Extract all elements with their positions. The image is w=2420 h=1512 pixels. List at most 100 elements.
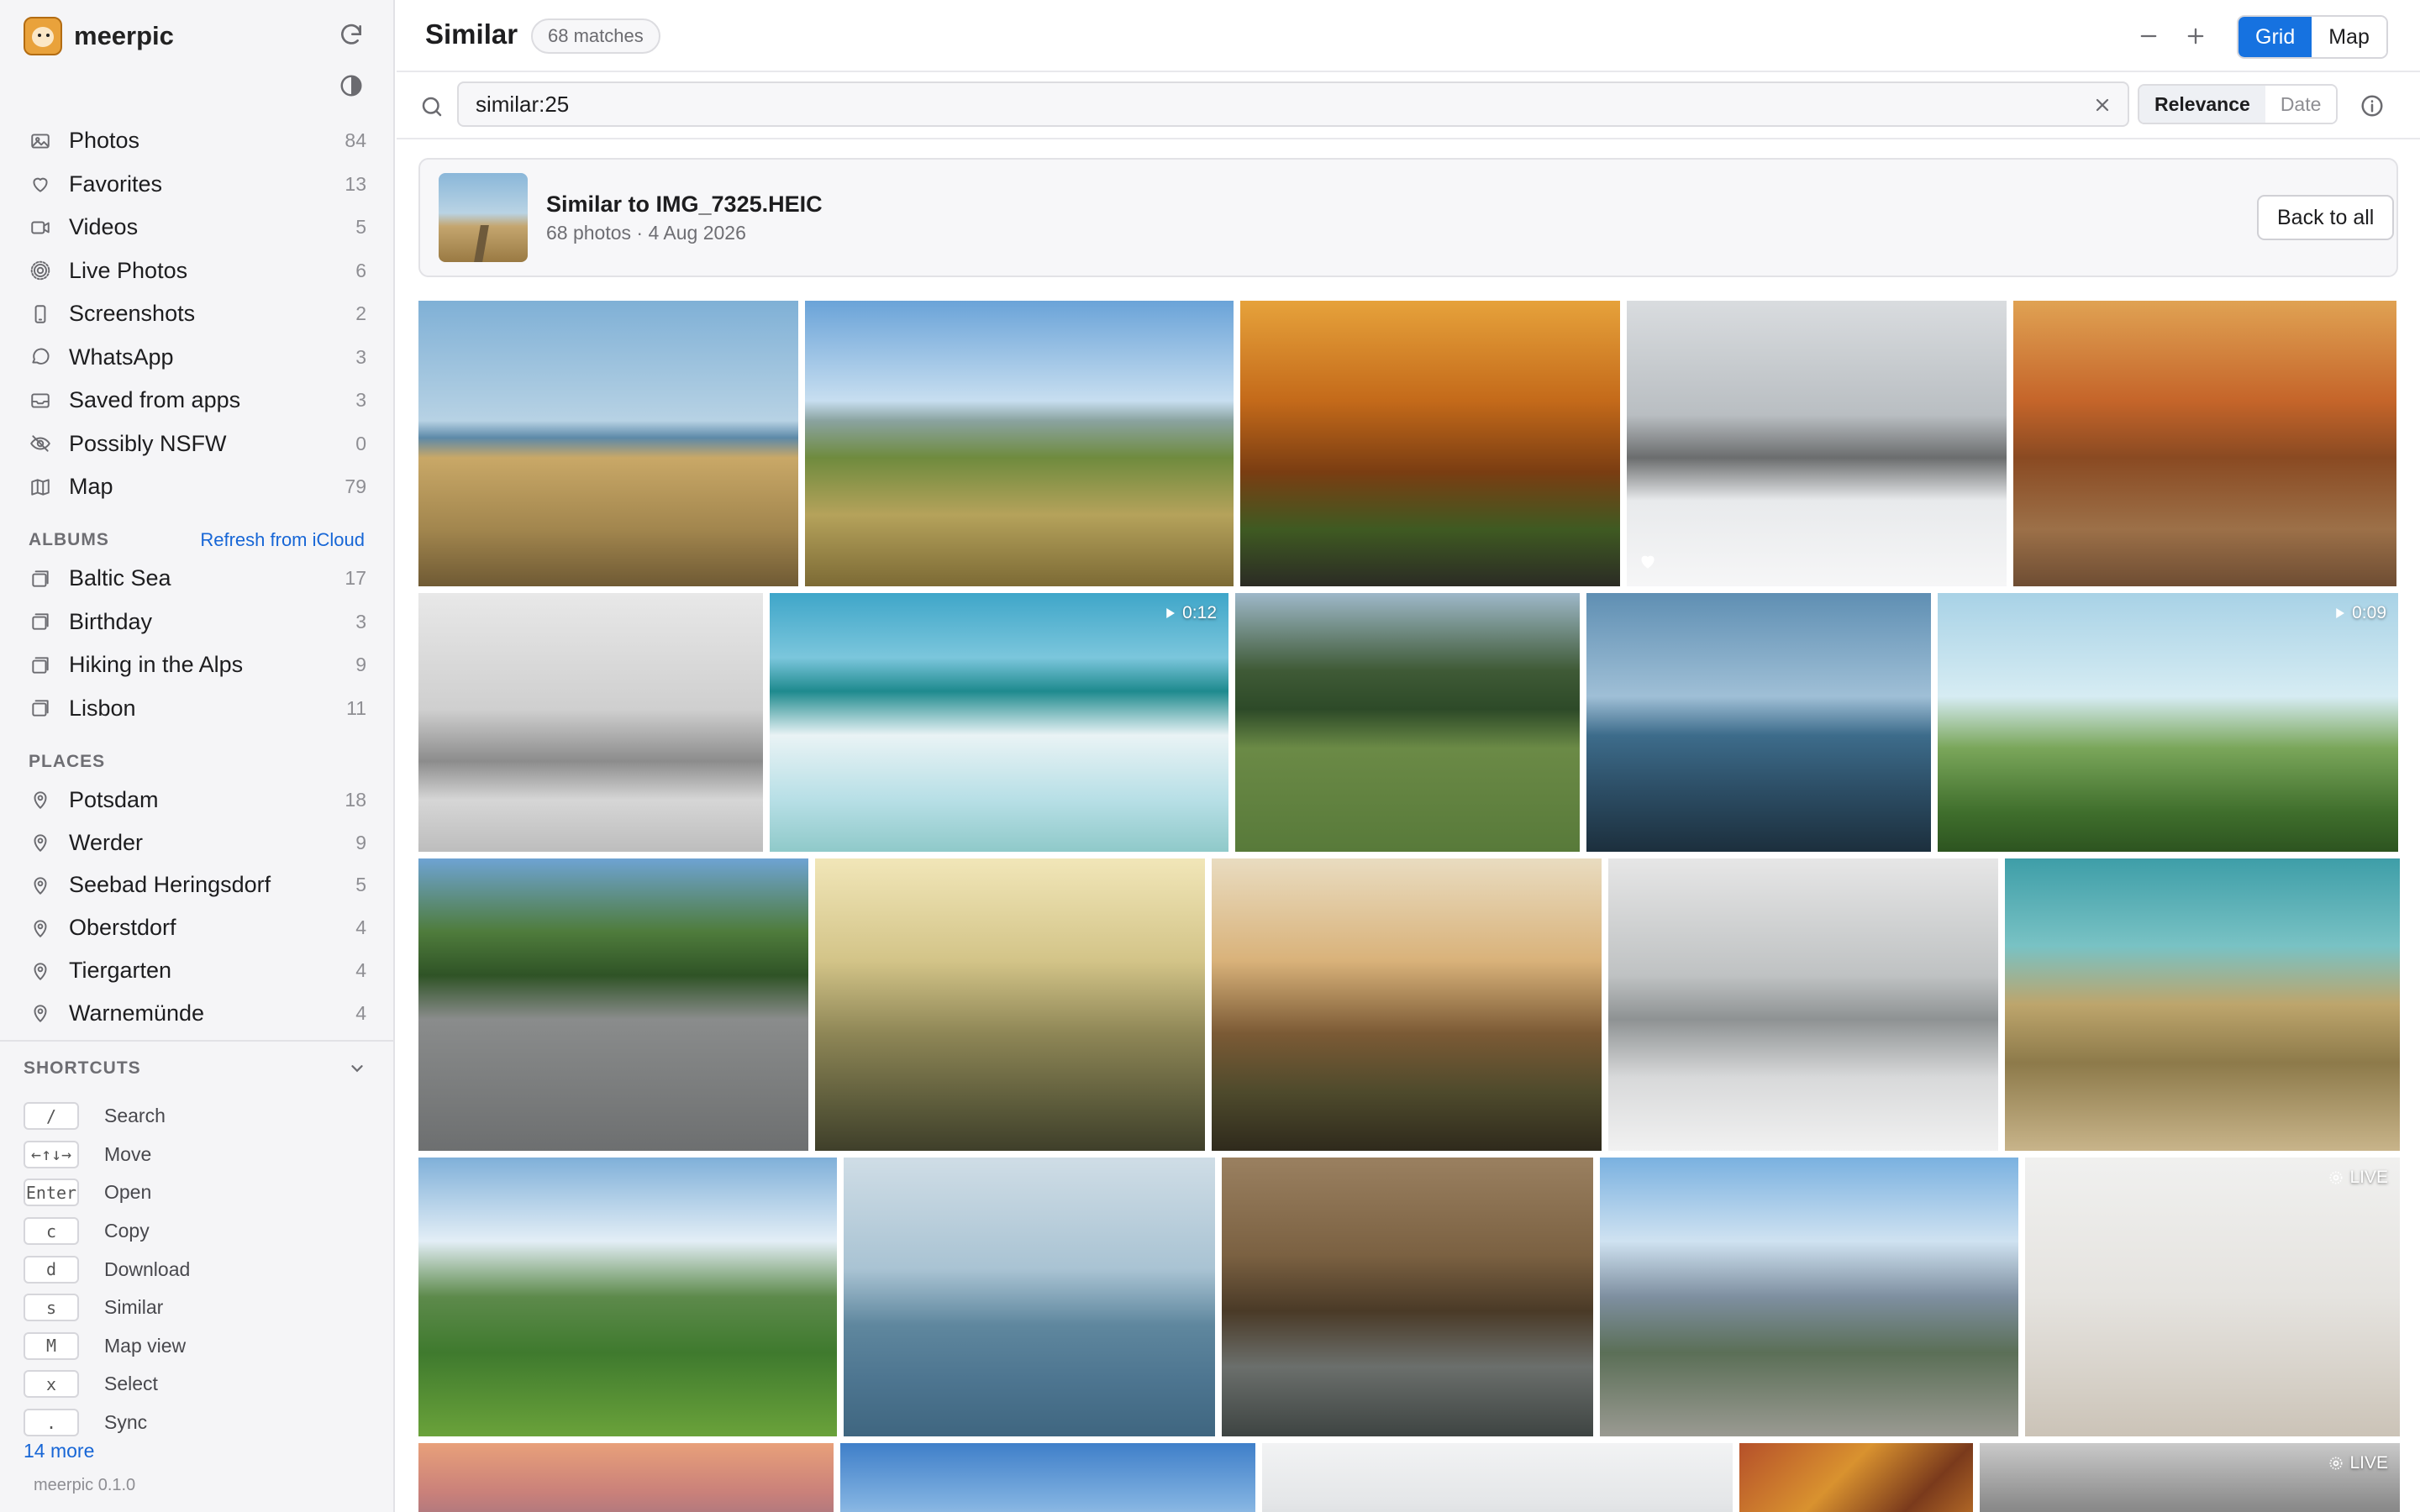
photo-tile-autumn-leaves[interactable] [1739,1443,1973,1512]
live-icon [29,259,52,282]
photo-tile-lighthouse-sea[interactable] [844,1158,1215,1436]
live-icon [2329,1171,2343,1184]
library-nav: Photos 84 Favorites 13 Videos 5 Live Photos 6 Sc… [0,119,395,509]
photo-tile-sunset-clouds[interactable] [418,1443,834,1512]
shortcut-sync: . Sync [24,1404,190,1442]
photo-tile-snowy-railway[interactable] [1608,858,1998,1151]
brand[interactable]: meerpic [24,15,174,57]
sort-date-button[interactable]: Date [2265,86,2337,123]
sidebar-item-map[interactable]: Map 79 [0,465,395,509]
video-icon [29,216,52,239]
play-icon [2336,608,2345,618]
sidebar-item-warnem-nde[interactable]: Warnemünde 4 [0,992,395,1035]
photo-tile-autumn-birch-path[interactable] [2013,301,2396,586]
sidebar-item-count: 11 [346,696,366,719]
sidebar-item-potsdam[interactable]: Potsdam 18 [0,779,395,822]
shortcuts-header[interactable]: SHORTCUTS [24,1058,366,1079]
sidebar-item-birthday[interactable]: Birthday 3 [0,601,395,644]
sidebar-item-favorites[interactable]: Favorites 13 [0,163,395,207]
clear-search-button[interactable] [2086,88,2119,122]
pin-icon [29,831,52,854]
source-photo-thumbnail[interactable] [439,173,528,262]
search-input[interactable] [457,81,2129,127]
photo-tile-beach-path-dunes[interactable] [418,301,798,586]
photo-tile-blue-sky[interactable] [840,1443,1255,1512]
sidebar-item-videos[interactable]: Videos 5 [0,206,395,249]
zoom-out-button[interactable] [2129,17,2168,55]
sidebar-item-oberstdorf[interactable]: Oberstdorf 4 [0,906,395,949]
photo-tile-horses-sunset[interactable] [1212,858,1602,1151]
chat-icon [29,345,52,369]
shortcut-key: ←↑↓→ [24,1140,79,1168]
photo-tile-snowy-tree-lane[interactable] [1627,301,2007,586]
favorite-heart-icon[interactable] [1637,550,1659,576]
sidebar-item-whatsapp[interactable]: WhatsApp 3 [0,336,395,380]
photo-tile-green-valley[interactable] [418,1158,837,1436]
sidebar-item-seebad-heringsdorf[interactable]: Seebad Heringsdorf 5 [0,864,395,907]
photo-tile-autumn-forest-road[interactable] [1240,301,1620,586]
pin-icon [29,916,52,940]
sidebar-item-label: Possibly NSFW [69,430,227,456]
refresh-from-icloud-link[interactable]: Refresh from iCloud [200,529,365,551]
photo-row [418,301,2400,586]
sidebar-item-photos[interactable]: Photos 84 [0,119,395,163]
shortcut-download: d Download [24,1250,190,1289]
photo-tile-shell-on-shore[interactable]: LIVE [2025,1158,2400,1436]
theme-toggle-button[interactable] [333,67,370,104]
shortcut-move: ←↑↓→ Move [24,1136,190,1174]
sidebar-item-werder[interactable]: Werder 9 [0,822,395,864]
pin-icon [29,1001,52,1025]
photo-tile-blurred-grey[interactable]: LIVE [1980,1443,2400,1512]
main-content: Similar 68 matches Grid Map Relevance Da… [397,0,2420,1512]
photo-tile-person-at-sea[interactable] [1586,593,1931,852]
eye-off-icon [29,432,52,455]
sidebar-item-possibly-nsfw[interactable]: Possibly NSFW 0 [0,423,395,466]
sidebar-item-lisbon[interactable]: Lisbon 11 [0,687,395,731]
photo-tile-crashing-wave[interactable]: 0:12 [770,593,1228,852]
info-button[interactable] [2354,88,2390,123]
zoom-in-button[interactable] [2176,17,2215,55]
sidebar-item-screenshots[interactable]: Screenshots 2 [0,292,395,336]
grid-view-button[interactable]: Grid [2238,17,2312,57]
sidebar-item-count: 5 [355,216,366,239]
shortcut-key: Enter [24,1179,79,1207]
photo-tile-hiker-mountains[interactable] [1600,1158,2018,1436]
refresh-button[interactable] [333,17,370,54]
back-to-all-button[interactable]: Back to all [2257,195,2395,240]
shortcut-search: / Search [24,1097,190,1136]
album-icon [29,654,52,677]
app-logo [24,17,62,55]
badge-text: LIVE [2349,1168,2388,1187]
photo-tile-cow-in-grass[interactable]: 0:09 [1938,593,2398,852]
more-shortcuts-link[interactable]: 14 more [24,1440,94,1462]
photo-grid: 0:12 0:09 LIVE LIVE [418,301,2400,1512]
sidebar-item-tiergarten[interactable]: Tiergarten 4 [0,949,395,992]
top-bar: Similar 68 matches Grid Map [397,0,2420,72]
sidebar: meerpic Photos 84 Favorites 13 Videos 5 Live P… [0,0,395,1512]
photo-tile-bikes-on-dune[interactable] [2005,858,2400,1151]
sidebar-item-hiking-in-the-alps[interactable]: Hiking in the Alps 9 [0,643,395,687]
chevron-down-icon [351,1065,363,1073]
pin-icon [29,788,52,811]
shortcut-label: Map view [104,1334,187,1357]
map-view-button[interactable]: Map [2312,17,2386,57]
sidebar-item-count: 84 [345,129,366,152]
sidebar-item-count: 9 [355,654,366,676]
photo-tile-sheep-meadow[interactable] [1235,593,1580,852]
photo-tile-pale-sky[interactable] [1262,1443,1733,1512]
shortcut-open: Enter Open [24,1173,190,1212]
sidebar-item-baltic-sea[interactable]: Baltic Sea 17 [0,557,395,601]
sidebar-item-count: 0 [355,432,366,454]
photo-tile-swan-reeds[interactable] [1222,1158,1593,1436]
sort-relevance-button[interactable]: Relevance [2139,86,2265,123]
photo-tile-cow-in-mist[interactable] [815,858,1205,1151]
photo-tile-frosted-trees[interactable] [418,593,763,852]
shortcut-label: Search [104,1105,166,1127]
sidebar-item-saved-from-apps[interactable]: Saved from apps 3 [0,379,395,423]
shortcut-label: Similar [104,1296,164,1319]
sidebar-item-label: Tiergarten [69,958,172,984]
photo-tile-bike-lane[interactable] [418,858,808,1151]
photo-tile-hikers-hill-path[interactable] [805,301,1234,586]
shortcut-select: x Select [24,1365,190,1404]
sidebar-item-live-photos[interactable]: Live Photos 6 [0,249,395,293]
